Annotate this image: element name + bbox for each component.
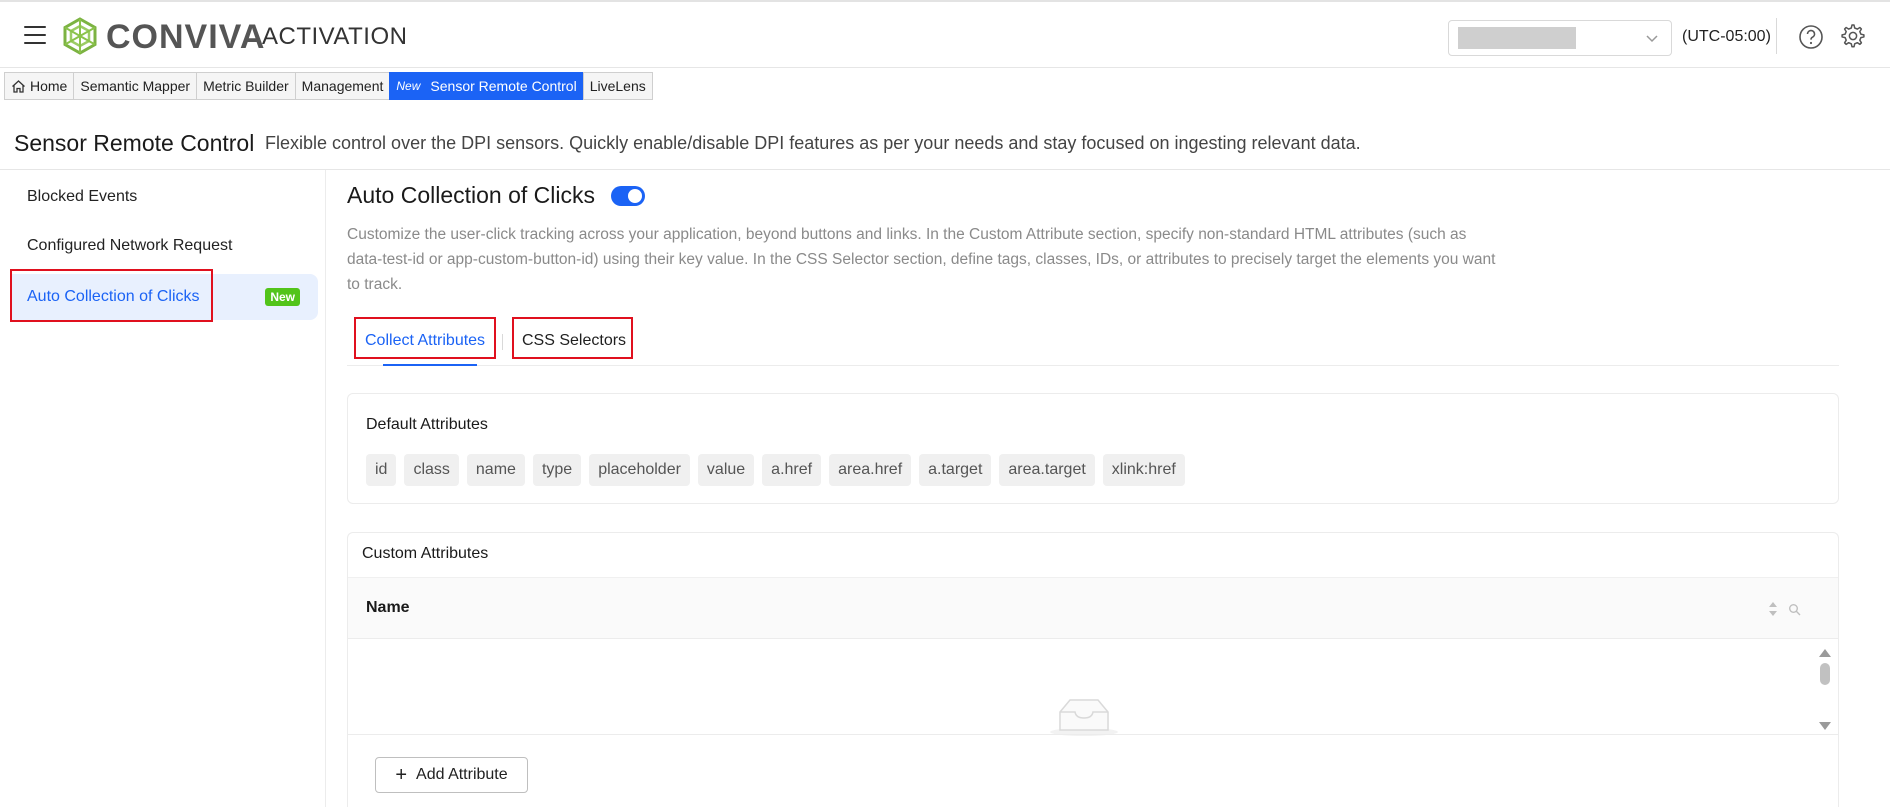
- redacted-value: [1458, 27, 1576, 49]
- table-scrollbar[interactable]: [1815, 639, 1835, 734]
- sort-icon[interactable]: [1767, 600, 1779, 618]
- custom-attributes-card: Custom Attributes Name + Add Attribute: [347, 532, 1839, 807]
- attribute-tabs: Collect Attributes CSS Selectors: [347, 318, 1839, 366]
- nav-management[interactable]: Management: [294, 72, 391, 100]
- nav-semantic-mapper[interactable]: Semantic Mapper: [73, 72, 198, 100]
- attribute-chip: name: [466, 454, 525, 486]
- tab-collect-attributes[interactable]: Collect Attributes: [365, 318, 485, 366]
- plus-icon: +: [395, 764, 408, 786]
- sidebar-item-blocked-events[interactable]: Blocked Events: [10, 174, 318, 220]
- sidebar: Blocked Events Configured Network Reques…: [0, 170, 326, 807]
- conviva-logo-icon: [63, 17, 97, 55]
- sidebar-item-label: Auto Collection of Clicks: [27, 288, 200, 305]
- nav-sensor-remote-control-label: Sensor Remote Control: [430, 78, 577, 94]
- section-title: Auto Collection of Clicks: [347, 182, 595, 208]
- timezone-label[interactable]: (UTC-05:00): [1682, 28, 1771, 46]
- toggle-knob: [628, 189, 642, 203]
- chevron-down-icon: [1646, 35, 1658, 43]
- nav-home-label: Home: [30, 78, 68, 94]
- auto-collection-toggle[interactable]: [611, 186, 645, 206]
- brand-name: CONVIVA: [106, 18, 266, 56]
- hamburger-menu-icon[interactable]: [24, 26, 46, 44]
- default-attributes-title: Default Attributes: [366, 416, 488, 433]
- attribute-chip: class: [404, 454, 459, 486]
- column-header-name[interactable]: Name: [366, 599, 410, 617]
- search-icon[interactable]: [1788, 603, 1801, 616]
- default-attributes-chips: id class name type placeholder value a.h…: [366, 454, 1193, 486]
- header-divider: [1776, 18, 1777, 54]
- nav-livelens[interactable]: LiveLens: [582, 72, 653, 100]
- attribute-chip: area.href: [829, 454, 912, 486]
- nav-sensor-remote-control[interactable]: New Sensor Remote Control: [389, 72, 584, 100]
- page-title: Sensor Remote Control: [14, 130, 255, 156]
- app-header: CONVIVA ACTIVATION (UTC-05:00): [0, 0, 1890, 68]
- attribute-chip: value: [697, 454, 755, 486]
- tab-css-selectors[interactable]: CSS Selectors: [522, 318, 626, 364]
- nav-metric-builder[interactable]: Metric Builder: [196, 72, 296, 100]
- empty-inbox-icon: [1050, 699, 1118, 736]
- sidebar-item-configured-network-request[interactable]: Configured Network Request: [10, 223, 318, 269]
- attribute-chip: a.target: [919, 454, 992, 486]
- add-attribute-button[interactable]: + Add Attribute: [375, 757, 528, 793]
- custom-attributes-title: Custom Attributes: [362, 545, 489, 562]
- table-header: Name: [348, 577, 1838, 639]
- page-description: Flexible control over the DPI sensors. Q…: [265, 133, 1361, 153]
- attribute-chip: xlink:href: [1102, 454, 1185, 486]
- environment-select[interactable]: [1448, 20, 1672, 56]
- default-attributes-card: Default Attributes id class name type pl…: [347, 393, 1839, 504]
- attribute-chip: area.target: [999, 454, 1095, 486]
- attribute-chip: type: [532, 454, 582, 486]
- attribute-chip: a.href: [762, 454, 822, 486]
- gear-icon[interactable]: [1838, 22, 1866, 50]
- table-footer-divider: [348, 734, 1838, 735]
- help-icon[interactable]: [1798, 24, 1824, 50]
- section-description: Customize the user-click tracking across…: [347, 226, 1496, 293]
- new-badge: New: [396, 79, 421, 93]
- nav-home[interactable]: Home: [4, 72, 75, 100]
- attribute-chip: placeholder: [589, 454, 690, 486]
- product-name: ACTIVATION: [262, 23, 408, 50]
- new-badge: New: [265, 288, 300, 306]
- tab-separator: [502, 334, 503, 350]
- table-body: [348, 639, 1838, 736]
- attribute-chip: id: [366, 454, 397, 486]
- home-icon: [12, 79, 25, 93]
- add-attribute-label: Add Attribute: [416, 766, 508, 783]
- module-nav: Home Semantic Mapper Metric Builder Mana…: [4, 72, 653, 100]
- sidebar-item-auto-collection-of-clicks[interactable]: Auto Collection of Clicks New: [10, 274, 318, 320]
